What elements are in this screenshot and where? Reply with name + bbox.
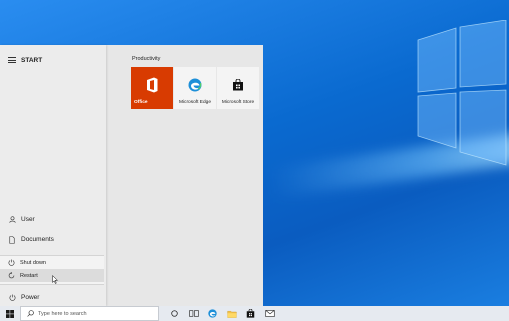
tile-group-title: Productivity: [132, 56, 161, 62]
tile-office[interactable]: Office: [131, 67, 173, 109]
start-menu: START User Documents Shut down Restart P…: [0, 45, 263, 306]
cortana-icon: [171, 310, 178, 317]
tile-label: Office: [134, 100, 148, 105]
power-label: Power: [21, 294, 40, 301]
store-icon: [246, 309, 255, 318]
shutdown-option[interactable]: Shut down: [0, 256, 104, 269]
restart-label: Restart: [20, 272, 38, 279]
start-header: START: [0, 53, 42, 67]
taskbar-search-box[interactable]: Type here to search: [20, 306, 159, 321]
shutdown-label: Shut down: [20, 259, 46, 266]
office-icon: [147, 77, 158, 93]
documents-label: Documents: [21, 236, 54, 243]
power-icon: [7, 294, 17, 301]
rail-item-power[interactable]: Power: [0, 291, 104, 304]
file-explorer-icon: [226, 310, 237, 318]
taskbar-edge[interactable]: [203, 306, 222, 321]
taskbar: Type here to search: [0, 306, 509, 321]
tile-label: Microsoft Store: [221, 100, 255, 105]
search-placeholder: Type here to search: [38, 310, 87, 317]
store-icon: [233, 79, 243, 91]
hamburger-menu-icon[interactable]: [8, 56, 16, 65]
taskbar-mail[interactable]: [260, 306, 279, 321]
rail-item-user[interactable]: User: [0, 213, 104, 226]
start-rail: START User Documents Shut down Restart P…: [0, 45, 106, 306]
tile-microsoft-edge[interactable]: Microsoft Edge: [174, 67, 216, 109]
user-icon: [7, 216, 17, 223]
cortana-button[interactable]: [165, 306, 184, 321]
start-button[interactable]: [0, 306, 20, 321]
tile-microsoft-store[interactable]: Microsoft Store: [217, 67, 259, 109]
restart-icon: [6, 272, 16, 279]
start-title: START: [21, 56, 43, 64]
document-icon: [7, 235, 17, 244]
taskbar-file-explorer[interactable]: [222, 306, 241, 321]
power-icon: [6, 259, 16, 266]
edge-icon: [188, 78, 202, 92]
mouse-cursor-icon: [52, 275, 58, 284]
user-label: User: [21, 216, 35, 223]
search-icon: [27, 310, 34, 317]
tile-label: Microsoft Edge: [179, 100, 211, 105]
mail-icon: [264, 310, 275, 317]
task-view-button[interactable]: [184, 306, 203, 321]
task-view-icon: [188, 310, 199, 317]
taskbar-store[interactable]: [241, 306, 260, 321]
rail-item-documents[interactable]: Documents: [0, 233, 104, 246]
windows-logo-wallpaper-icon: [417, 20, 507, 166]
windows-logo-icon: [6, 309, 14, 318]
edge-icon: [208, 309, 217, 318]
